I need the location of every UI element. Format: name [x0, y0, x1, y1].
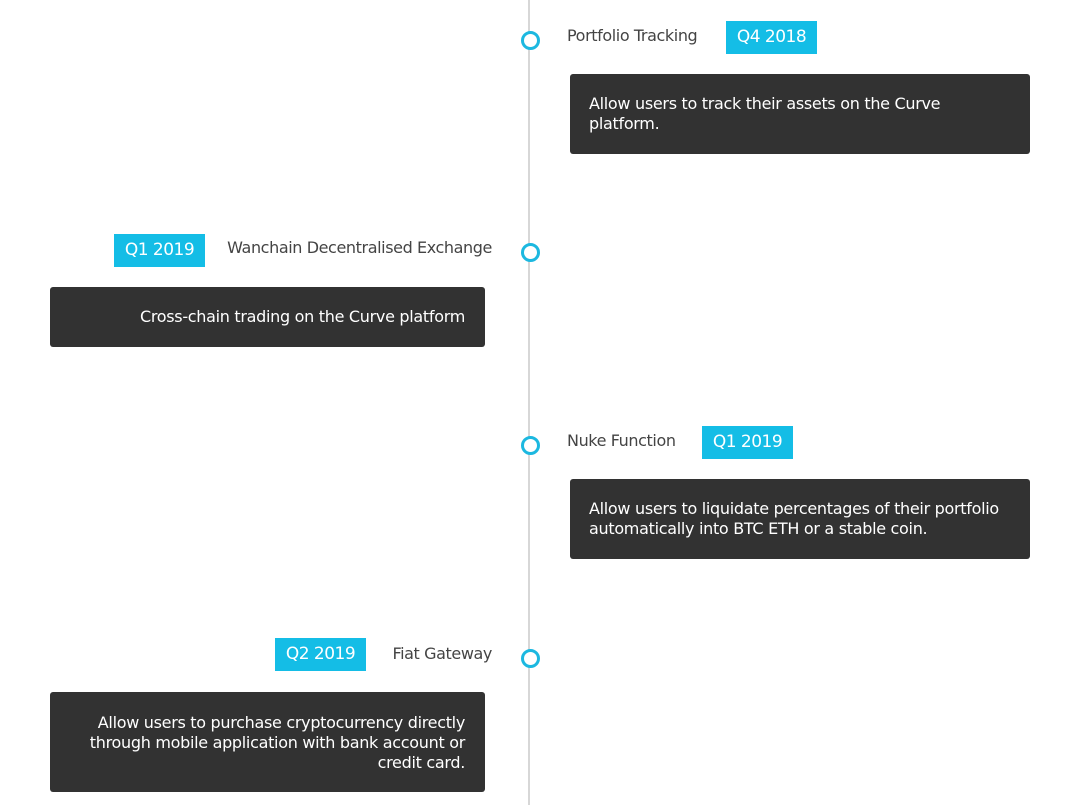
- milestone-description-card: Allow users to track their assets on the…: [570, 74, 1030, 154]
- timeline-node: [521, 436, 540, 455]
- milestone-title: Nuke Function: [567, 431, 676, 450]
- milestone-title: Fiat Gateway: [392, 644, 492, 663]
- milestone-description-card: Allow users to liquidate percentages of …: [570, 479, 1030, 559]
- milestone-description-card: Allow users to purchase cryptocurrency d…: [50, 692, 485, 792]
- timeline-line: [528, 0, 530, 805]
- milestone-title: Portfolio Tracking: [567, 26, 698, 45]
- timeline-node: [521, 649, 540, 668]
- milestone-date-badge: Q2 2019: [275, 638, 366, 671]
- milestone-title: Wanchain Decentralised Exchange: [227, 238, 492, 257]
- milestone-date-badge: Q4 2018: [726, 21, 817, 54]
- milestone-date-badge: Q1 2019: [114, 234, 205, 267]
- timeline-node: [521, 243, 540, 262]
- milestone-description-card: Cross-chain trading on the Curve platfor…: [50, 287, 485, 347]
- timeline-node: [521, 31, 540, 50]
- milestone-date-badge: Q1 2019: [702, 426, 793, 459]
